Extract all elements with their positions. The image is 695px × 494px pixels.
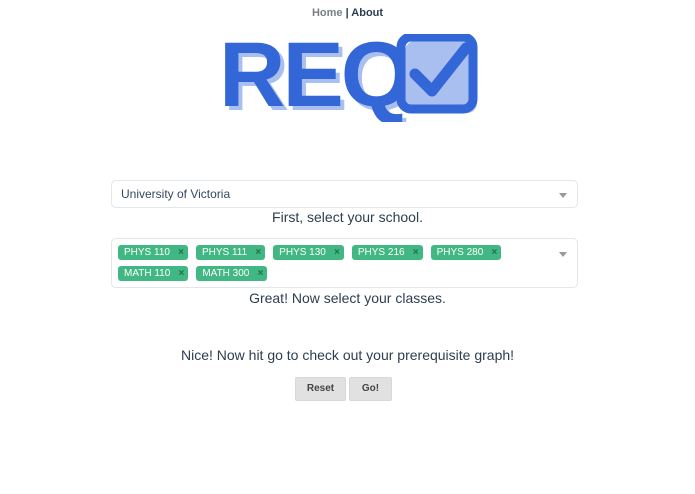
class-tags: PHYS 110 × PHYS 111 × PHYS 130 × PHYS 216 × … xyxy=(118,245,538,281)
nav-home-link[interactable]: Home xyxy=(312,7,343,19)
class-tag-label: PHYS 111 xyxy=(201,247,248,258)
logo-text: REQ xyxy=(219,34,409,122)
reset-button[interactable]: Reset xyxy=(295,377,346,401)
class-tag: MATH 110 × xyxy=(118,266,189,281)
go-hint: Nice! Now hit go to check out your prere… xyxy=(180,347,515,363)
checkbox-check-icon xyxy=(396,34,478,114)
class-tag-label: PHYS 110 xyxy=(124,247,170,258)
dropdown-caret-icon[interactable] xyxy=(559,193,567,198)
remove-tag-icon[interactable]: × xyxy=(178,266,184,281)
dropdown-caret-icon[interactable] xyxy=(559,252,567,257)
classes-hint: Great! Now select your classes. xyxy=(249,290,446,306)
class-tag-label: PHYS 216 xyxy=(357,247,405,258)
class-tag: PHYS 280 × xyxy=(430,245,502,260)
nav-about-link[interactable]: About xyxy=(351,7,383,19)
remove-tag-icon[interactable]: × xyxy=(258,266,264,281)
school-select[interactable]: University of Victoria xyxy=(111,180,578,208)
class-tag-label: PHYS 130 xyxy=(279,247,326,258)
go-button[interactable]: Go! xyxy=(349,377,392,401)
class-tag-label: MATH 300 xyxy=(202,268,250,279)
class-tag: PHYS 110 × xyxy=(118,245,188,260)
remove-tag-icon[interactable]: × xyxy=(334,245,340,260)
remove-tag-icon[interactable]: × xyxy=(178,245,184,260)
class-tag: PHYS 111 × xyxy=(195,245,266,260)
class-tag: MATH 300 × xyxy=(196,266,268,281)
class-tag-label: PHYS 280 xyxy=(436,247,484,258)
remove-tag-icon[interactable]: × xyxy=(491,245,497,260)
classes-multiselect[interactable]: PHYS 110 × PHYS 111 × PHYS 130 × PHYS 216 × … xyxy=(111,238,578,288)
school-selected-value: University of Victoria xyxy=(121,187,231,201)
nav-separator: | xyxy=(345,7,349,19)
req-logo: REQ REQ xyxy=(219,34,478,122)
class-tag: PHYS 130 × xyxy=(273,245,344,260)
school-hint: First, select your school. xyxy=(272,209,423,225)
class-tag: PHYS 216 × xyxy=(351,245,423,260)
remove-tag-icon[interactable]: × xyxy=(255,245,261,260)
class-tag-label: MATH 110 xyxy=(124,268,171,279)
top-nav: Home | About xyxy=(0,7,695,19)
remove-tag-icon[interactable]: × xyxy=(413,245,419,260)
